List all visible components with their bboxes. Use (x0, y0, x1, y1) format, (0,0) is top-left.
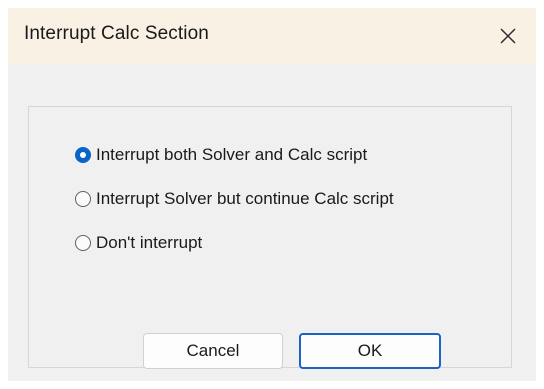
radio-button-unchecked[interactable] (75, 191, 91, 207)
ok-button[interactable]: OK (299, 333, 441, 369)
radio-button-unchecked[interactable] (75, 235, 91, 251)
radio-interrupt-solver-continue[interactable]: Interrupt Solver but continue Calc scrip… (75, 189, 394, 209)
radio-dont-interrupt[interactable]: Don't interrupt (75, 233, 202, 253)
close-icon (499, 27, 517, 45)
radio-label-interrupt-solver-continue: Interrupt Solver but continue Calc scrip… (96, 189, 394, 208)
radio-interrupt-both[interactable]: Interrupt both Solver and Calc script (75, 145, 367, 165)
radio-button-checked[interactable] (75, 147, 91, 163)
dialog-title: Interrupt Calc Section (24, 23, 209, 44)
options-panel: Interrupt both Solver and Calc script In… (28, 106, 512, 369)
title-bar: Interrupt Calc Section (8, 8, 536, 64)
cancel-button[interactable]: Cancel (143, 333, 283, 369)
close-button[interactable] (488, 16, 528, 56)
radio-label-interrupt-both: Interrupt both Solver and Calc script (96, 145, 368, 164)
radio-label-dont-interrupt: Don't interrupt (96, 233, 203, 252)
dialog-body: Interrupt both Solver and Calc script In… (8, 64, 536, 381)
interrupt-calc-dialog: Interrupt Calc Section Interrupt both So… (8, 8, 536, 381)
